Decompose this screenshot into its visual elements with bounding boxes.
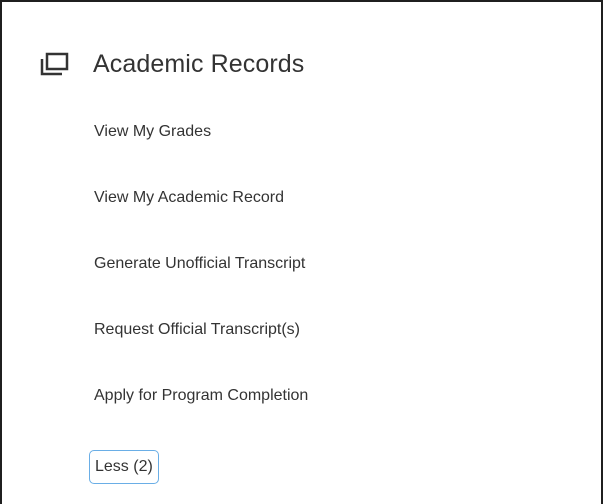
less-button[interactable]: Less (2) — [89, 450, 159, 484]
menu-item-request-official-transcripts[interactable]: Request Official Transcript(s) — [94, 308, 514, 352]
section-title: Academic Records — [93, 49, 305, 78]
menu-item-view-my-grades[interactable]: View My Grades — [94, 110, 514, 154]
academic-records-panel: Academic Records View My Grades View My … — [0, 0, 603, 504]
section-header: Academic Records — [39, 42, 304, 86]
menu-item-generate-unofficial-transcript[interactable]: Generate Unofficial Transcript — [94, 242, 514, 286]
menu-item-apply-for-program-completion[interactable]: Apply for Program Completion — [94, 374, 514, 418]
records-menu: View My Grades View My Academic Record G… — [94, 110, 514, 440]
menu-item-view-my-academic-record[interactable]: View My Academic Record — [94, 176, 514, 220]
copy-windows-icon — [39, 52, 69, 76]
